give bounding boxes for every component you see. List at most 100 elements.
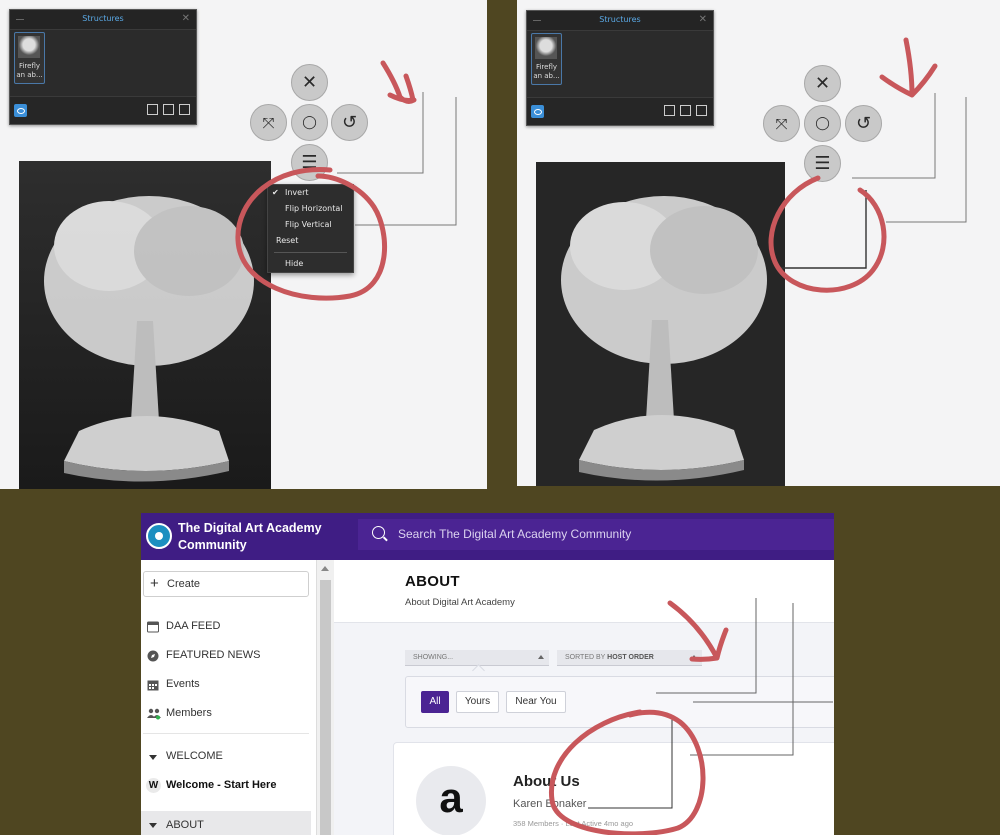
- structures-titlebar[interactable]: Structures ✕: [10, 10, 196, 30]
- card-title[interactable]: About Us: [513, 773, 580, 790]
- dropdown-pointer: [472, 664, 485, 677]
- menu-item-reset[interactable]: Reset: [268, 233, 353, 249]
- sidebar-section-about[interactable]: ABOUT: [141, 811, 311, 835]
- eye-icon[interactable]: [531, 105, 544, 118]
- filter-yours[interactable]: Yours: [456, 691, 499, 713]
- sidebar-item-events[interactable]: Events: [141, 674, 311, 696]
- menu-item-flip-horizontal[interactable]: Flip Horizontal: [268, 201, 353, 217]
- sort-dropdown[interactable]: SORTED BY HOST ORDER: [557, 650, 702, 666]
- filter-near-you[interactable]: Near You: [506, 691, 566, 713]
- community-app: The Digital Art Academy Community Search…: [141, 513, 834, 835]
- dropdown-label: SHOWING...: [413, 654, 454, 661]
- scroll-up-icon[interactable]: [321, 566, 329, 571]
- filter-all[interactable]: All: [421, 691, 449, 713]
- center-icon: ◯: [302, 115, 317, 130]
- menu-item-label: Flip Vertical: [285, 220, 332, 229]
- menu-item-invert[interactable]: ✔ Invert: [268, 185, 353, 201]
- calendar-icon: [147, 680, 159, 691]
- sidebar-item-members[interactable]: Members: [141, 703, 311, 725]
- members-icon: [147, 708, 161, 720]
- structures-titlebar[interactable]: Structures ✕: [527, 11, 713, 31]
- context-menu: ✔ Invert Flip Horizontal Flip Vertical Re…: [267, 184, 354, 273]
- sidebar-item-featured-news[interactable]: FEATURED NEWS: [141, 645, 311, 667]
- menu-round-button[interactable]: ☰: [804, 145, 841, 182]
- menu-round-button[interactable]: ☰: [291, 144, 328, 181]
- sort-prefix: SORTED BY: [565, 654, 606, 661]
- sidebar-item-label: Events: [166, 678, 200, 690]
- community-logo[interactable]: [146, 523, 172, 549]
- close-round-button[interactable]: ✕: [291, 64, 328, 101]
- page-subtitle: About Digital Art Academy: [405, 597, 515, 608]
- eye-icon[interactable]: [14, 104, 27, 117]
- thumbnail-image: [535, 37, 557, 59]
- close-icon: ✕: [301, 72, 318, 93]
- community-name[interactable]: The Digital Art Academy Community: [178, 520, 322, 554]
- grid-icon[interactable]: [147, 104, 158, 115]
- check-icon: ✔: [272, 188, 279, 197]
- caret-up-icon: [691, 655, 697, 659]
- sidebar-scrollbar[interactable]: [316, 560, 334, 835]
- thumbnail-caption: Firefly an ab...: [16, 62, 43, 79]
- sidebar-item-welcome-start-here[interactable]: W Welcome - Start Here: [141, 775, 311, 797]
- fit-round-button[interactable]: ⤧: [250, 104, 287, 141]
- sidebar-item-label: FEATURED NEWS: [166, 649, 261, 661]
- sort-value: HOST ORDER: [607, 654, 654, 661]
- delete-icon[interactable]: [696, 105, 707, 116]
- center-icon: ◯: [815, 116, 830, 131]
- sidebar-item-label: DAA FEED: [166, 620, 221, 632]
- sort-label: SORTED BY HOST ORDER: [565, 654, 654, 661]
- sidebar-item-daa-feed[interactable]: DAA FEED: [141, 616, 311, 638]
- structure-thumbnail[interactable]: Firefly an ab...: [531, 33, 562, 85]
- caret-up-icon: [538, 655, 544, 659]
- space-card[interactable]: a About Us Karen Bonaker 358 Members · L…: [393, 742, 834, 835]
- search-input[interactable]: Search The Digital Art Academy Community: [398, 527, 631, 541]
- menu-item-label: Hide: [285, 259, 304, 268]
- thumbnail-image: [18, 36, 40, 58]
- close-icon: ✕: [814, 73, 831, 94]
- page-title: ABOUT: [405, 573, 460, 590]
- close-icon[interactable]: ✕: [182, 13, 190, 24]
- delete-icon[interactable]: [179, 104, 190, 115]
- menu-separator: [274, 252, 347, 253]
- screenshot-panel-after: Structures ✕ Firefly an ab... ✕ ⤧ ◯ ↺ ☰: [517, 0, 1000, 486]
- center-round-button[interactable]: ◯: [291, 104, 328, 141]
- structures-panel: Structures ✕ Firefly an ab...: [526, 10, 714, 126]
- close-round-button[interactable]: ✕: [804, 65, 841, 102]
- grid-icon[interactable]: [664, 105, 675, 116]
- tree-artwork: [536, 162, 785, 486]
- sidebar: + Create DAA FEED FEATURED NEWS Events M…: [141, 560, 316, 835]
- reset-rotation-round-button[interactable]: ↺: [845, 105, 882, 142]
- create-label: Create: [167, 578, 201, 590]
- fit-round-button[interactable]: ⤧: [763, 105, 800, 142]
- structure-thumbnail[interactable]: Firefly an ab...: [14, 32, 45, 84]
- reset-rotation-round-button[interactable]: ↺: [331, 104, 368, 141]
- fit-icon: ⤧: [775, 114, 788, 133]
- structures-footer: [527, 97, 713, 125]
- card-owner[interactable]: Karen Bonaker: [513, 798, 586, 810]
- main-content: ABOUT About Digital Art Academy SHOWING.…: [334, 560, 834, 835]
- showing-dropdown[interactable]: SHOWING...: [405, 650, 549, 666]
- sidebar-item-label: Welcome - Start Here: [166, 779, 277, 791]
- structures-panel: Structures ✕ Firefly an ab...: [9, 9, 197, 125]
- add-icon[interactable]: [680, 105, 691, 116]
- create-button[interactable]: + Create: [143, 571, 309, 597]
- close-icon[interactable]: ✕: [699, 14, 707, 25]
- center-round-button[interactable]: ◯: [804, 105, 841, 142]
- search-bar[interactable]: Search The Digital Art Academy Community: [358, 519, 834, 550]
- menu-icon: ☰: [301, 152, 318, 173]
- menu-item-flip-vertical[interactable]: Flip Vertical: [268, 217, 353, 233]
- feed-icon: [147, 621, 159, 633]
- scrollbar-thumb[interactable]: [320, 580, 331, 835]
- section-label: WELCOME: [166, 750, 223, 762]
- sidebar-divider: [143, 733, 309, 734]
- menu-item-hide[interactable]: Hide: [268, 256, 353, 272]
- search-icon: [372, 526, 385, 539]
- plus-icon: +: [150, 575, 159, 592]
- menu-item-label: Invert: [285, 188, 309, 197]
- structures-title: Structures: [82, 14, 124, 23]
- page-header: ABOUT About Digital Art Academy: [334, 560, 834, 623]
- sidebar-section-welcome[interactable]: WELCOME: [141, 746, 311, 768]
- menu-icon: ☰: [814, 153, 831, 174]
- add-icon[interactable]: [163, 104, 174, 115]
- reset-rotation-icon: ↺: [855, 113, 872, 134]
